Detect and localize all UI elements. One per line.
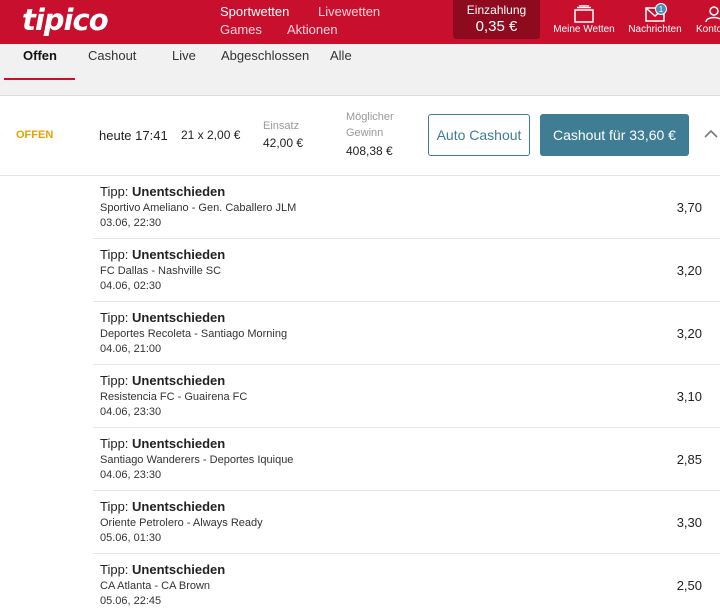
- leg-odds: 3,30: [676, 515, 702, 530]
- tab-offen[interactable]: Offen: [23, 48, 57, 63]
- tip-label: Tipp: Unentschieden: [100, 373, 226, 388]
- my-bets-label: Meine Wetten: [553, 24, 615, 35]
- leg-odds: 2,50: [676, 578, 702, 593]
- nav-games[interactable]: Games: [220, 22, 262, 37]
- stake-label: Einsatz: [263, 120, 300, 132]
- leg-odds: 2,85: [676, 452, 702, 467]
- win-value: 408,38 €: [346, 144, 393, 158]
- betslip-icon: [574, 5, 594, 23]
- match-name: FC Dallas - Nashville SC: [100, 265, 222, 277]
- leg-odds: 3,70: [676, 200, 702, 215]
- win-label-line2: Gewinn: [346, 127, 384, 139]
- leg-odds: 3,10: [676, 389, 702, 404]
- messages-label: Nachrichten: [628, 24, 682, 35]
- match-name: Deportes Recoleta - Santiago Morning: [100, 328, 288, 340]
- leg-odds: 3,20: [676, 326, 702, 341]
- top-bar: tipico Sportwetten Livewetten Games Akti…: [0, 0, 720, 44]
- nav-aktionen[interactable]: Aktionen: [287, 22, 338, 37]
- leg-odds: 3,20: [676, 263, 702, 278]
- match-date: 04.06, 23:30: [100, 469, 162, 481]
- match-name: Oriente Petrolero - Always Ready: [100, 517, 263, 529]
- match-name: Sportivo Ameliano - Gen. Caballero JLM: [100, 202, 297, 214]
- list-item[interactable]: Tipp: Unentschieden Deportes Recoleta - …: [93, 302, 720, 365]
- bet-summary[interactable]: OFFEN heute 17:41 21 x 2,00 € Einsatz 42…: [0, 96, 720, 176]
- match-date: 04.06, 23:30: [100, 406, 162, 418]
- status-badge: OFFEN: [16, 129, 54, 141]
- list-item[interactable]: Tipp: Unentschieden Resistencia FC - Gua…: [93, 365, 720, 428]
- tip-label: Tipp: Unentschieden: [100, 247, 226, 262]
- chevron-up-icon[interactable]: [703, 126, 719, 142]
- win-label-line1: Möglicher: [346, 111, 394, 123]
- bet-card: OFFEN heute 17:41 21 x 2,00 € Einsatz 42…: [0, 95, 720, 616]
- tab-live[interactable]: Live: [172, 48, 196, 63]
- list-item[interactable]: Tipp: Unentschieden CA Atlanta - CA Brow…: [93, 554, 720, 616]
- tip-label: Tipp: Unentschieden: [100, 499, 226, 514]
- list-item[interactable]: Tipp: Unentschieden Santiago Wanderers -…: [93, 428, 720, 491]
- tip-label: Tipp: Unentschieden: [100, 562, 226, 577]
- tab-cashout[interactable]: Cashout: [88, 48, 136, 63]
- tipico-logo[interactable]: tipico: [22, 3, 109, 37]
- account-label: Konto: [696, 24, 720, 35]
- match-date: 03.06, 22:30: [100, 217, 162, 229]
- match-date: 04.06, 21:00: [100, 343, 162, 355]
- deposit-amount: 0,35 €: [475, 18, 518, 35]
- match-name: Resistencia FC - Guairena FC: [100, 391, 248, 403]
- deposit-button[interactable]: Einzahlung 0,35 €: [453, 0, 540, 39]
- tip-label: Tipp: Unentschieden: [100, 310, 226, 325]
- cashout-button[interactable]: Cashout für 33,60 €: [540, 114, 689, 156]
- list-item[interactable]: Tipp: Unentschieden FC Dallas - Nashvill…: [93, 239, 720, 302]
- bet-time: heute 17:41: [99, 128, 168, 143]
- nav-sportwetten[interactable]: Sportwetten: [220, 4, 289, 19]
- bet-tabs: Offen Cashout Live Abgeschlossen Alle: [0, 44, 720, 80]
- stake-value: 42,00 €: [263, 136, 304, 150]
- deposit-label: Einzahlung: [466, 3, 527, 17]
- account-button[interactable]: Konto: [694, 0, 720, 44]
- my-bets-button[interactable]: Meine Wetten: [553, 0, 615, 44]
- list-item[interactable]: Tipp: Unentschieden Sportivo Ameliano - …: [93, 176, 720, 239]
- match-date: 05.06, 01:30: [100, 532, 162, 544]
- tip-label: Tipp: Unentschieden: [100, 436, 226, 451]
- auto-cashout-button[interactable]: Auto Cashout: [428, 114, 530, 156]
- match-name: CA Atlanta - CA Brown: [100, 580, 211, 592]
- bet-combo: 21 x 2,00 €: [181, 128, 241, 142]
- nav-livewetten[interactable]: Livewetten: [318, 4, 380, 19]
- user-icon: [705, 6, 720, 23]
- messages-button[interactable]: 1 Nachrichten: [625, 0, 685, 44]
- active-tab-indicator: [4, 78, 75, 80]
- match-date: 05.06, 22:45: [100, 595, 162, 607]
- match-date: 04.06, 02:30: [100, 280, 162, 292]
- list-item[interactable]: Tipp: Unentschieden Oriente Petrolero - …: [93, 491, 720, 554]
- tab-alle[interactable]: Alle: [330, 48, 352, 63]
- messages-badge: 1: [655, 3, 667, 15]
- match-name: Santiago Wanderers - Deportes Iquique: [100, 454, 294, 466]
- tab-abgeschlossen[interactable]: Abgeschlossen: [221, 48, 309, 63]
- tip-label: Tipp: Unentschieden: [100, 184, 226, 199]
